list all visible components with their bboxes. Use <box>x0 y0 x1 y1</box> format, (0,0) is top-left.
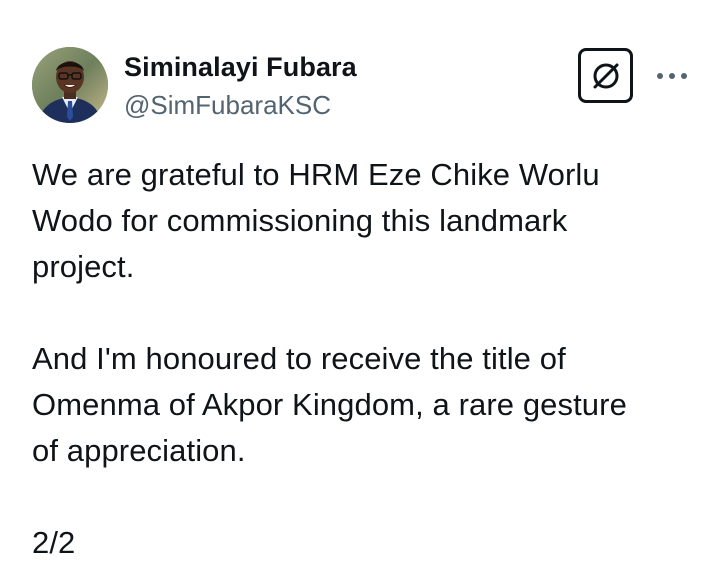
more-horizontal-icon <box>657 73 687 79</box>
more-options-button[interactable] <box>652 62 692 90</box>
tweet-text: We are grateful to HRM Eze Chike Worlu W… <box>32 152 692 566</box>
tweet-paragraph: And I'm honoured to receive the title of… <box>32 341 627 468</box>
author-display-name[interactable]: Siminalayi Fubara <box>124 52 357 83</box>
thread-counter: 2/2 <box>32 525 76 560</box>
author-avatar[interactable] <box>32 47 108 123</box>
avatar-photo <box>32 47 108 123</box>
grok-icon <box>593 63 618 88</box>
tweet-paragraph: We are grateful to HRM Eze Chike Worlu W… <box>32 157 600 284</box>
grok-button[interactable] <box>578 48 633 103</box>
author-handle[interactable]: @SimFubaraKSC <box>124 90 331 121</box>
tweet-card: Siminalayi Fubara @SimFubaraKSC We are g… <box>0 0 720 573</box>
